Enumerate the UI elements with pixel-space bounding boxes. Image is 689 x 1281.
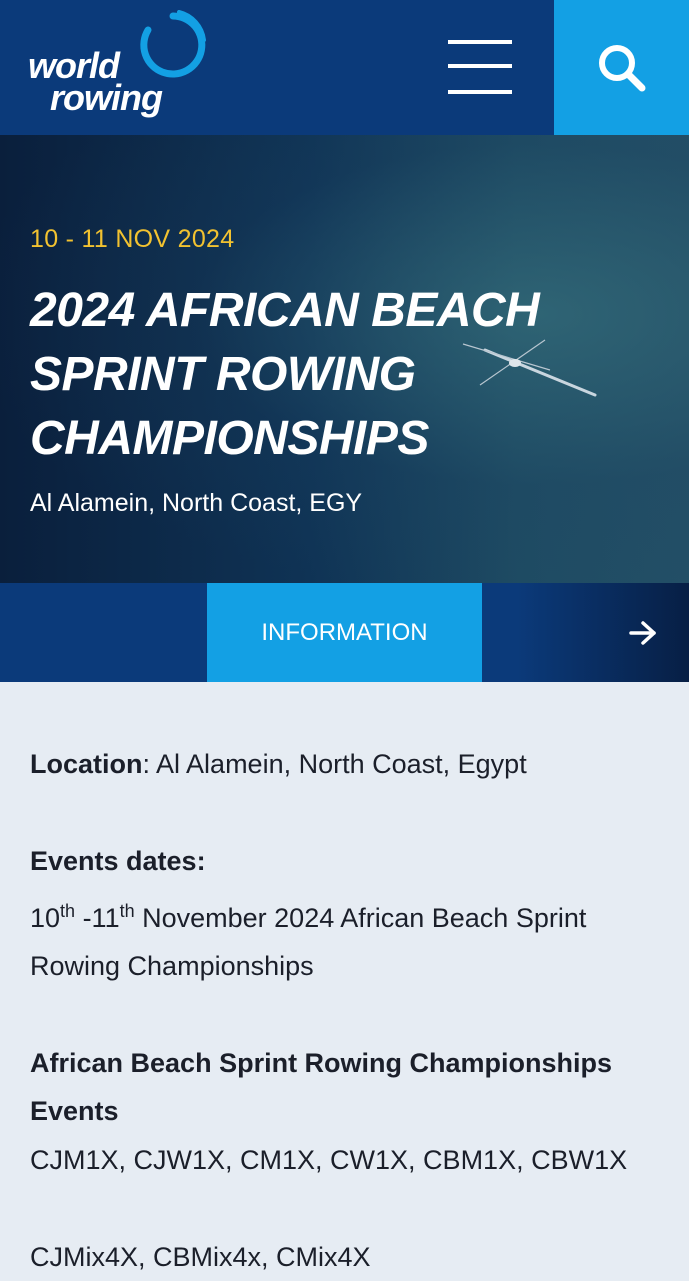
dates-day-start: 10 — [30, 903, 61, 933]
hamburger-menu-button[interactable] — [448, 40, 512, 96]
dates-suffix-end: th — [119, 901, 135, 921]
event-location: Al Alamein, North Coast, EGY — [30, 489, 363, 517]
dates-day-end: -11 — [75, 903, 120, 933]
tab-information[interactable]: INFORMATION — [207, 583, 482, 682]
site-header: world rowing — [0, 0, 689, 135]
event-dates-paragraph: 10th -11th November 2024 African Beach S… — [30, 894, 650, 990]
logo-text-rowing: rowing — [50, 77, 163, 118]
arrow-right-icon[interactable] — [628, 619, 658, 647]
logo-ring-icon — [140, 10, 206, 78]
location-separator: : — [142, 749, 151, 779]
search-button[interactable] — [554, 0, 689, 135]
event-dates-heading: Events dates: — [30, 837, 650, 885]
world-rowing-logo[interactable]: world rowing — [28, 10, 218, 120]
menu-bar-middle — [448, 64, 512, 68]
search-icon — [599, 45, 646, 92]
events-singles-list: CJM1X, CJW1X, CM1X, CW1X, CBM1X, CBW1X — [30, 1145, 628, 1175]
event-hero: 10 - 11 NOV 2024 2024 AFRICAN BEACH SPRI… — [0, 135, 689, 583]
events-heading: African Beach Sprint Rowing Championship… — [30, 1039, 650, 1135]
location-label: Location — [30, 749, 143, 779]
event-date: 10 - 11 NOV 2024 — [30, 225, 235, 253]
event-tab-bar: INFORMATION — [0, 583, 689, 682]
dates-suffix-start: th — [60, 901, 76, 921]
event-title: 2024 AFRICAN BEACH SPRINT ROWING CHAMPIO… — [30, 284, 540, 465]
location-paragraph: Location: Al Alamein, North Coast, Egypt — [30, 740, 650, 788]
events-quads-list: CJMix4X, CBMix4x, CMix4X — [30, 1242, 371, 1272]
menu-bar-bottom — [448, 90, 512, 94]
location-value: Al Alamein, North Coast, Egypt — [150, 749, 527, 779]
event-dates-heading-text: Events dates: — [30, 846, 206, 876]
events-heading-text: African Beach Sprint Rowing Championship… — [30, 1048, 613, 1126]
information-content: Location: Al Alamein, North Coast, Egypt… — [0, 682, 689, 1280]
menu-bar-top — [448, 40, 512, 44]
